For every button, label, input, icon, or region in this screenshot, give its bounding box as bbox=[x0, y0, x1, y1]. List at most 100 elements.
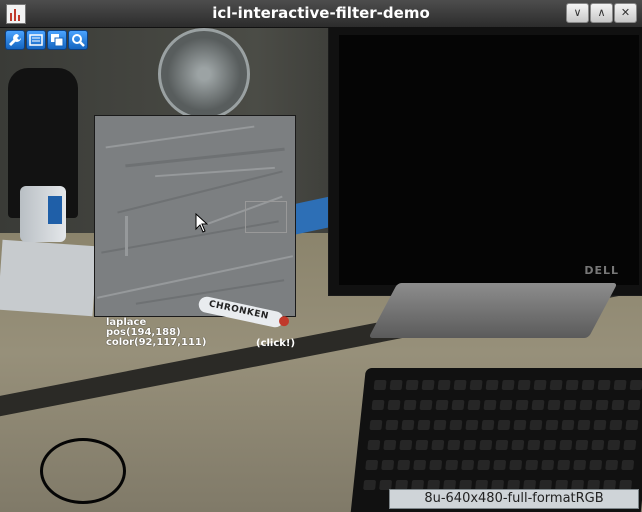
keyboard-key bbox=[485, 380, 499, 390]
keyboard-key bbox=[419, 400, 433, 410]
keyboard-key bbox=[417, 420, 431, 430]
wrench-icon bbox=[9, 34, 21, 46]
monitor: DELL bbox=[328, 28, 642, 296]
monitor-stand bbox=[368, 283, 618, 338]
toolbar bbox=[0, 28, 642, 50]
keyboard-key bbox=[479, 440, 493, 450]
keyboard-key bbox=[433, 420, 447, 430]
keyboard-key bbox=[497, 420, 511, 430]
close-button[interactable]: ✕ bbox=[614, 3, 637, 23]
keyboard-key bbox=[385, 420, 399, 430]
click-hint[interactable]: (click!) bbox=[256, 338, 295, 349]
keyboard-key bbox=[613, 380, 627, 390]
maximize-icon: ∧ bbox=[597, 6, 606, 19]
keyboard-key bbox=[493, 460, 507, 470]
keyboard-key bbox=[511, 440, 525, 450]
monitor-brand: DELL bbox=[584, 264, 619, 277]
keyboard-key bbox=[597, 380, 611, 390]
keyboard-key bbox=[607, 440, 621, 450]
keyboard-key bbox=[581, 380, 595, 390]
display-icon bbox=[29, 34, 43, 46]
keyboard-key bbox=[515, 400, 529, 410]
keyboard-key bbox=[501, 380, 515, 390]
keyboard-key bbox=[469, 380, 483, 390]
keyboard-key bbox=[557, 460, 571, 470]
keyboard-key bbox=[495, 440, 509, 450]
keyboard-key bbox=[565, 380, 579, 390]
keyboard-key bbox=[437, 380, 451, 390]
title-bar[interactable]: icl-interactive-filter-demo ∨ ∧ ✕ bbox=[0, 0, 642, 28]
keyboard-key bbox=[629, 380, 642, 390]
window-title: icl-interactive-filter-demo bbox=[212, 4, 430, 22]
keyboard-key bbox=[561, 420, 575, 430]
keyboard-key bbox=[413, 460, 427, 470]
keyboard-key bbox=[541, 460, 555, 470]
keyboard-key bbox=[573, 460, 587, 470]
keyboard-key bbox=[547, 400, 561, 410]
keyboard-key bbox=[365, 460, 379, 470]
keyboard-key bbox=[467, 400, 481, 410]
keyboard-key bbox=[383, 440, 397, 450]
close-icon: ✕ bbox=[620, 6, 631, 19]
keyboard-key bbox=[533, 380, 547, 390]
keyboard-key bbox=[403, 400, 417, 410]
keyboard-key bbox=[513, 420, 527, 430]
keyboard-key bbox=[563, 400, 577, 410]
image-format-status: 8u-640x480-full-formatRGB bbox=[389, 489, 639, 509]
mouse-cursor-icon bbox=[195, 213, 209, 233]
keyboard-key bbox=[451, 400, 465, 410]
keyboard-key bbox=[621, 460, 635, 470]
keyboard-key bbox=[367, 440, 381, 450]
keyboard-key bbox=[605, 460, 619, 470]
keyboard-key bbox=[623, 440, 637, 450]
keyboard-key bbox=[477, 460, 491, 470]
keyboard-key bbox=[483, 400, 497, 410]
zoom-icon bbox=[72, 34, 85, 47]
coffee-mug bbox=[20, 186, 66, 242]
keyboard-key bbox=[429, 460, 443, 470]
keyboard-key bbox=[595, 400, 609, 410]
keyboard-key bbox=[465, 420, 479, 430]
keyboard-key bbox=[499, 400, 513, 410]
zoom-button[interactable] bbox=[68, 30, 88, 50]
app-window: icl-interactive-filter-demo ∨ ∧ ✕ DELL C… bbox=[0, 0, 642, 512]
layers-button[interactable] bbox=[47, 30, 67, 50]
keyboard-key bbox=[577, 420, 591, 430]
keyboard-key bbox=[549, 380, 563, 390]
keyboard-key bbox=[529, 420, 543, 430]
keyboard-key bbox=[627, 400, 641, 410]
keyboard-key bbox=[545, 420, 559, 430]
pixel-color: color(92,117,111) bbox=[106, 337, 207, 348]
settings-button[interactable] bbox=[5, 30, 25, 50]
keyboard-key bbox=[381, 460, 395, 470]
display-button[interactable] bbox=[26, 30, 46, 50]
keyboard-key bbox=[389, 380, 403, 390]
keyboard-key bbox=[525, 460, 539, 470]
keyboard-key bbox=[463, 440, 477, 450]
keyboard-key bbox=[449, 420, 463, 430]
keyboard-key bbox=[415, 440, 429, 450]
keyboard-key bbox=[527, 440, 541, 450]
keyboard-key bbox=[401, 420, 415, 430]
keyboard-key bbox=[591, 440, 605, 450]
keyboard-key bbox=[363, 480, 377, 490]
keyboard-key bbox=[589, 460, 603, 470]
keyboard-key bbox=[509, 460, 523, 470]
maximize-button[interactable]: ∧ bbox=[590, 3, 613, 23]
keyboard-key bbox=[543, 440, 557, 450]
papers bbox=[0, 239, 98, 317]
keyboard-key bbox=[373, 380, 387, 390]
keyboard-key bbox=[611, 400, 625, 410]
layers-icon bbox=[51, 34, 64, 47]
keyboard-key bbox=[369, 420, 383, 430]
keyboard-key bbox=[481, 420, 495, 430]
keyboard-key bbox=[575, 440, 589, 450]
keyboard-key bbox=[371, 400, 385, 410]
keyboard-key bbox=[593, 420, 607, 430]
keyboard-key bbox=[609, 420, 623, 430]
keyboard-key bbox=[435, 400, 449, 410]
keyboard-key bbox=[461, 460, 475, 470]
keyboard-key bbox=[445, 460, 459, 470]
keyboard-key bbox=[405, 380, 419, 390]
minimize-button[interactable]: ∨ bbox=[566, 3, 589, 23]
